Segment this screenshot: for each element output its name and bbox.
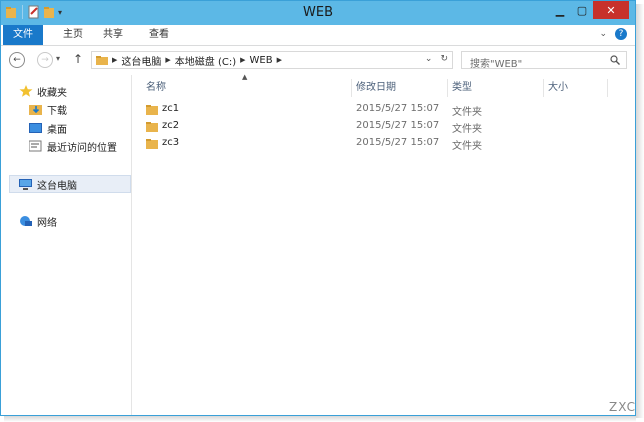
address-actions: ⌄ ↻ [425,54,448,64]
nav-this-pc[interactable]: 这台电脑 [19,176,77,192]
breadcrumb-this-pc[interactable]: 这台电脑 [121,53,161,68]
address-bar[interactable]: ▶ 这台电脑 ▶ 本地磁盘 (C:) ▶ WEB ▶ ⌄ ↻ [91,51,453,69]
window-shadow [4,416,636,422]
title-bar[interactable]: ▾ WEB ▁ ▢ ✕ [1,1,635,25]
navigation-pane: 收藏夹 下载 桌面 最近访问的位置 这台电脑 网络 [1,75,132,415]
computer-icon [19,179,32,190]
search-input[interactable]: 搜索"WEB" [470,55,522,70]
nav-label: 这台电脑 [37,180,77,192]
maximize-button[interactable]: ▢ [571,1,593,19]
file-date: 2015/5/27 15:07 [356,120,440,131]
back-button[interactable]: ← [9,52,25,68]
tab-view[interactable]: 查看 [139,25,179,45]
nav-label: 收藏夹 [37,87,67,99]
tab-file[interactable]: 文件 [3,25,43,45]
window-shadow [636,4,644,418]
address-bar-row: ← → ▾ ↑ ▶ 这台电脑 ▶ 本地磁盘 (C:) ▶ WEB ▶ ⌄ ↻ 搜… [1,46,635,74]
nav-favorites[interactable]: 收藏夹 [19,83,67,99]
column-header-date[interactable]: 修改日期 [352,79,448,97]
recent-places-icon [29,140,42,152]
minimize-button[interactable]: ▁ [549,1,571,19]
tab-share[interactable]: 共享 [93,25,133,45]
window-title: WEB [303,5,333,20]
nav-label: 桌面 [47,124,67,136]
close-button[interactable]: ✕ [593,1,629,19]
nav-network[interactable]: 网络 [19,213,57,229]
breadcrumb-arrow-icon[interactable]: ▶ [277,56,282,64]
folder-icon [146,122,158,132]
column-header-type[interactable]: 类型 [448,79,544,97]
file-row[interactable]: zc2 2015/5/27 15:07 文件夹 [132,118,608,135]
nav-downloads[interactable]: 下载 [29,101,67,117]
breadcrumb-local-disk[interactable]: 本地磁盘 (C:) [175,53,236,68]
folder-icon [146,105,158,115]
up-button[interactable]: ↑ [73,52,83,66]
refresh-icon[interactable]: ↻ [440,54,448,64]
column-header-size[interactable]: 大小 [544,79,608,97]
nav-label: 最近访问的位置 [47,142,117,154]
recent-locations-icon[interactable]: ▾ [56,54,60,63]
search-icon[interactable] [610,55,620,65]
file-date: 2015/5/27 15:07 [356,103,440,114]
file-type: 文件夹 [452,141,482,152]
download-folder-icon [29,105,42,115]
folder-icon [96,56,108,65]
nav-label: 网络 [37,217,57,229]
star-icon [19,85,33,97]
file-date: 2015/5/27 15:07 [356,137,440,148]
file-row[interactable]: zc1 2015/5/27 15:07 文件夹 [132,101,608,118]
file-name: zc1 [162,103,180,114]
nav-desktop[interactable]: 桌面 [29,120,67,136]
folder-icon [146,139,158,149]
nav-label: 下载 [47,105,67,117]
search-box[interactable]: 搜索"WEB" [461,51,627,70]
desktop-icon [29,123,42,133]
nav-recent[interactable]: 最近访问的位置 [29,138,117,154]
ribbon-tabs: 文件 主页 共享 查看 ⌄ ? [1,25,635,46]
column-header-name[interactable]: 名称 [132,79,352,97]
tab-home[interactable]: 主页 [53,25,93,45]
breadcrumb-arrow-icon[interactable]: ▶ [165,56,170,64]
address-dropdown-icon[interactable]: ⌄ [425,54,433,64]
breadcrumb-arrow-icon[interactable]: ▶ [240,56,245,64]
expand-ribbon-icon[interactable]: ⌄ [599,29,607,39]
network-icon [20,216,32,226]
explorer-window: ▾ WEB ▁ ▢ ✕ 文件 主页 共享 查看 ⌄ ? ← → ▾ ↑ ▶ 这台… [0,0,636,416]
file-row[interactable]: zc3 2015/5/27 15:07 文件夹 [132,135,608,152]
breadcrumb-web[interactable]: WEB [250,55,273,66]
file-type: 文件夹 [452,107,482,118]
watermark: ZXC [609,400,636,414]
file-type: 文件夹 [452,124,482,135]
help-icon[interactable]: ? [615,28,627,40]
file-name: zc2 [162,120,180,131]
window-controls: ▁ ▢ ✕ [549,1,629,19]
forward-button[interactable]: → [37,52,53,68]
file-name: zc3 [162,137,180,148]
breadcrumb-arrow-icon[interactable]: ▶ [112,56,117,64]
ribbon-controls: ⌄ ? [599,28,627,40]
file-list: ▲ 名称 修改日期 类型 大小 zc1 2015/5/27 15:07 文件夹 … [132,73,635,415]
